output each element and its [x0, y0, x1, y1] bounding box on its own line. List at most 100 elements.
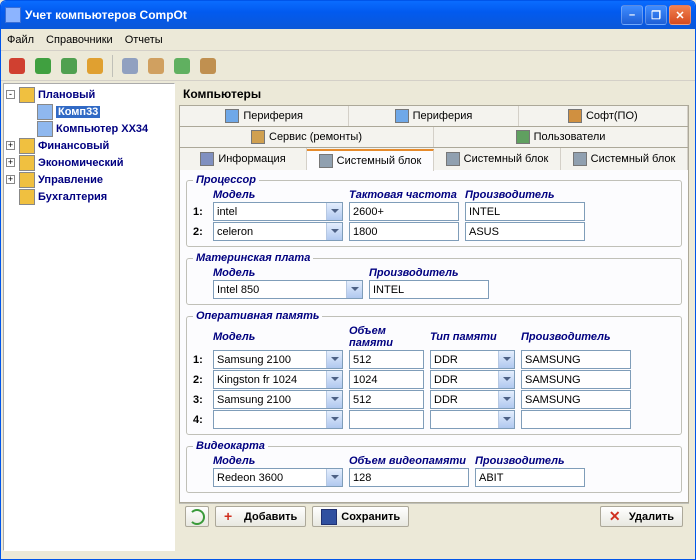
- tree-node[interactable]: Компьютер XX34: [6, 120, 172, 137]
- x-icon: ✕: [609, 509, 625, 525]
- tab[interactable]: Системный блок: [561, 148, 688, 170]
- toolbar-icon: [35, 58, 51, 74]
- tab-label: Сервис (ремонты): [269, 131, 362, 143]
- tree-label: Экономический: [38, 157, 124, 169]
- tab-row-3: ИнформацияСистемный блокСистемный блокСи…: [180, 148, 688, 170]
- toolbar-button-1[interactable]: [31, 54, 55, 78]
- tab[interactable]: Информация: [180, 148, 307, 170]
- dropdown-arrow-icon[interactable]: [326, 223, 342, 240]
- minimize-button[interactable]: –: [621, 5, 643, 25]
- tree-node[interactable]: Комп33: [6, 103, 172, 120]
- add-button[interactable]: +Добавить: [215, 506, 306, 527]
- tab[interactable]: Системный блок: [307, 149, 434, 171]
- tree-node[interactable]: -Плановый: [6, 86, 172, 103]
- toolbar-button-6[interactable]: [170, 54, 194, 78]
- ram-size-input[interactable]: [349, 410, 424, 429]
- cpu-row2-freq-input[interactable]: 1800: [349, 222, 459, 241]
- gpu-maker-input[interactable]: ABIT: [475, 468, 585, 487]
- titlebar[interactable]: Учет компьютеров CompOt – ❐ ✕: [1, 1, 695, 29]
- ram-type-combo[interactable]: DDR: [430, 390, 515, 409]
- ram-maker-input[interactable]: SAMSUNG: [521, 390, 631, 409]
- expand-icon[interactable]: +: [6, 158, 15, 167]
- tree-node[interactable]: + Финансовый: [6, 137, 172, 154]
- ram-model-combo[interactable]: [213, 410, 343, 429]
- toolbar-button-5[interactable]: [144, 54, 168, 78]
- mb-maker-input[interactable]: INTEL: [369, 280, 489, 299]
- toolbar-button-4[interactable]: [118, 54, 142, 78]
- dropdown-arrow-icon[interactable]: [326, 411, 342, 428]
- menu-reports[interactable]: Отчеты: [125, 34, 163, 46]
- tree-panel[interactable]: -ПлановыйКомп33Компьютер XX34 + Финансовый…: [3, 83, 175, 551]
- tab[interactable]: Пользователи: [434, 127, 688, 147]
- ram-type-combo[interactable]: [430, 410, 515, 429]
- gpu-size-input[interactable]: 128: [349, 468, 469, 487]
- ram-maker-input[interactable]: SAMSUNG: [521, 370, 631, 389]
- tab[interactable]: Периферия: [180, 106, 349, 126]
- ram-row: 1:Samsung 2100512DDRSAMSUNG: [193, 350, 675, 369]
- ram-type-combo[interactable]: DDR: [430, 350, 515, 369]
- menu-file[interactable]: Файл: [7, 34, 34, 46]
- toolbar-button-3[interactable]: [83, 54, 107, 78]
- tab-icon: [516, 130, 530, 144]
- dropdown-arrow-icon[interactable]: [326, 391, 342, 408]
- dropdown-arrow-icon[interactable]: [326, 203, 342, 220]
- dropdown-arrow-icon[interactable]: [498, 351, 514, 368]
- expand-icon[interactable]: +: [6, 175, 15, 184]
- ram-size-input[interactable]: 1024: [349, 370, 424, 389]
- dropdown-arrow-icon[interactable]: [498, 391, 514, 408]
- dropdown-arrow-icon[interactable]: [346, 281, 362, 298]
- tab[interactable]: Периферия: [349, 106, 518, 126]
- tree-label: Финансовый: [38, 140, 109, 152]
- tab-label: Информация: [218, 153, 285, 165]
- expand-icon[interactable]: -: [6, 90, 15, 99]
- tree-node[interactable]: + Экономический: [6, 154, 172, 171]
- toolbar-button-7[interactable]: [196, 54, 220, 78]
- ram-model-combo[interactable]: Samsung 2100: [213, 350, 343, 369]
- tab-label: Периферия: [413, 110, 473, 122]
- dropdown-arrow-icon[interactable]: [498, 411, 514, 428]
- toolbar-icon: [174, 58, 190, 74]
- tab[interactable]: Сервис (ремонты): [180, 127, 434, 147]
- ram-model-combo[interactable]: Kingston fr 1024: [213, 370, 343, 389]
- cpu-h-freq: Тактовая частота: [349, 189, 459, 201]
- ram-maker-input[interactable]: SAMSUNG: [521, 350, 631, 369]
- footer-toolbar: +Добавить Сохранить ✕Удалить: [179, 503, 689, 529]
- cpu-row1-freq-input[interactable]: 2600+: [349, 202, 459, 221]
- delete-button[interactable]: ✕Удалить: [600, 506, 683, 527]
- ram-size-input[interactable]: 512: [349, 350, 424, 369]
- gpu-h-model: Модель: [213, 455, 343, 467]
- ram-size-input[interactable]: 512: [349, 390, 424, 409]
- close-button[interactable]: ✕: [669, 5, 691, 25]
- cpu-row2-model-combo[interactable]: celeron: [213, 222, 343, 241]
- dropdown-arrow-icon[interactable]: [498, 371, 514, 388]
- menu-directories[interactable]: Справочники: [46, 34, 113, 46]
- tab[interactable]: Системный блок: [434, 148, 561, 170]
- save-button[interactable]: Сохранить: [312, 506, 409, 527]
- tab[interactable]: Софт(ПО): [519, 106, 688, 126]
- gpu-h-size: Объем видеопамяти: [349, 455, 469, 467]
- cpu-legend: Процессор: [193, 174, 259, 186]
- tree-node[interactable]: Бухгалтерия: [6, 188, 172, 205]
- toolbar-icon: [200, 58, 216, 74]
- cpu-row1-maker-input[interactable]: INTEL: [465, 202, 585, 221]
- ram-type-combo[interactable]: DDR: [430, 370, 515, 389]
- toolbar-button-2[interactable]: [57, 54, 81, 78]
- dropdown-arrow-icon[interactable]: [326, 469, 342, 486]
- cpu-row2-maker-input[interactable]: ASUS: [465, 222, 585, 241]
- dropdown-arrow-icon[interactable]: [326, 351, 342, 368]
- ram-h-size: Объем памяти: [349, 325, 424, 349]
- ram-maker-input[interactable]: [521, 410, 631, 429]
- folder-icon: [19, 87, 35, 103]
- maximize-button[interactable]: ❐: [645, 5, 667, 25]
- cpu-row1-model-combo[interactable]: intel: [213, 202, 343, 221]
- mb-model-combo[interactable]: Intel 850: [213, 280, 363, 299]
- tree-node[interactable]: +Управление: [6, 171, 172, 188]
- expand-icon[interactable]: +: [6, 141, 15, 150]
- toolbar-button-0[interactable]: [5, 54, 29, 78]
- gpu-group: Видеокарта Модель Объем видеопамяти Прои…: [186, 440, 682, 493]
- content-panel: Компьютеры ПериферияПериферияСофт(ПО) Се…: [177, 81, 695, 553]
- dropdown-arrow-icon[interactable]: [326, 371, 342, 388]
- gpu-model-combo[interactable]: Redeon 3600: [213, 468, 343, 487]
- refresh-button[interactable]: [185, 506, 209, 527]
- ram-model-combo[interactable]: Samsung 2100: [213, 390, 343, 409]
